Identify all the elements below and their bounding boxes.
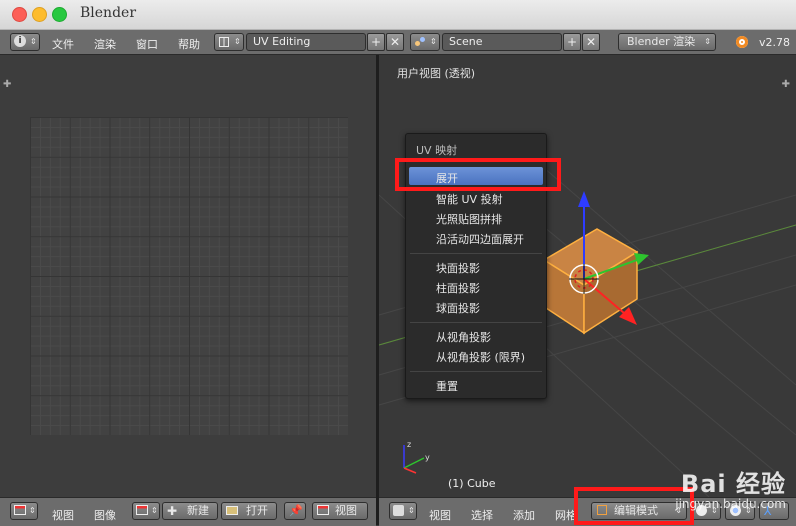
area-corner-icon[interactable]: ✚ [3,79,11,90]
menu-item-sphere-projection[interactable]: 球面投影 [436,300,480,316]
window-title: Blender [80,5,137,21]
new-image-button[interactable]: ✚ 新建 [162,502,218,520]
menu-item-reset[interactable]: 重置 [436,378,458,394]
view-mode-button[interactable]: 视图 [312,502,368,520]
uv-menu-title: UV 映射 [416,144,458,157]
zoom-window-button[interactable] [52,7,67,22]
menu-item-project-from-view[interactable]: 从视角投影 [436,329,491,345]
menu-file[interactable]: 文件 [52,36,74,52]
new-image-label: 新建 [187,504,209,517]
info-icon: i [14,35,26,47]
editor-type-button[interactable]: i ⇕ [10,33,40,51]
add-scene-button[interactable]: + [563,33,581,51]
menu-item-cube-projection[interactable]: 块面投影 [436,260,480,276]
info-header: i ⇕ 文件 渲染 窗口 帮助 ⇕ UV Editing + ✕ ⇕ Scene… [0,30,796,55]
add-screen-button[interactable]: + [367,33,385,51]
blender-logo-icon [736,36,748,48]
image-browse-button[interactable]: ⇕ [132,502,160,520]
menu-separator [410,322,542,323]
uv-editor-icon [14,505,26,515]
annotation-highlight-box [395,158,561,191]
baidu-watermark-url: jingyan.baidu.com [675,497,786,511]
minimize-window-button[interactable] [32,7,47,22]
menu-item-follow-active-quads[interactable]: 沿活动四边面展开 [436,231,524,247]
scene-dropdown[interactable]: ⇕ [410,33,440,51]
menu-item-cylinder-projection[interactable]: 柱面投影 [436,280,480,296]
editor-type-button[interactable]: ⇕ [389,502,417,520]
baidu-watermark-logo: Bai 经验 [680,470,786,498]
delete-scene-button[interactable]: ✕ [582,33,600,51]
menu-item-lightmap-pack[interactable]: 光照贴图拼排 [436,211,502,227]
updown-icon: ⇕ [408,506,415,515]
render-engine-label: Blender 渲染 [627,35,696,48]
menu-view[interactable]: 视图 [52,507,74,523]
updown-icon: ⇕ [151,506,158,515]
plus-icon: ✚ [167,504,178,518]
menu-separator [410,253,542,254]
menu-item-smart-uv-project[interactable]: 智能 UV 投射 [436,191,503,207]
menu-item-project-from-view-bounds[interactable]: 从视角投影 (限界) [436,349,525,365]
updown-icon: ⇕ [704,37,711,46]
screen-layout-dropdown[interactable]: ⇕ [214,33,244,51]
image-icon [136,505,148,515]
menu-add[interactable]: 添加 [513,507,535,523]
menu-window[interactable]: 窗口 [136,36,158,52]
updown-icon: ⇕ [430,37,437,46]
menu-help[interactable]: 帮助 [178,36,200,52]
open-image-button[interactable]: 打开 [221,502,277,520]
layout-grid-icon [219,37,229,47]
pin-icon: 📌 [289,504,303,517]
version-label: v2.78 [759,36,791,49]
menu-view[interactable]: 视图 [429,507,451,523]
updown-icon: ⇕ [234,37,241,46]
updown-icon: ⇕ [30,37,37,46]
menu-image[interactable]: 图像 [94,507,116,523]
cube-icon [393,505,404,516]
image-icon [317,505,329,515]
pin-button[interactable]: 📌 [284,502,306,520]
delete-screen-button[interactable]: ✕ [386,33,404,51]
menu-separator [410,371,542,372]
menu-render[interactable]: 渲染 [94,36,116,52]
view-axis-gizmo-icon: z y [403,440,430,474]
uv-image-editor[interactable]: ✚ [0,55,376,497]
scene-field[interactable]: Scene [442,33,562,51]
uv-editor-header: ⇕ 视图 图像 ⇕ ✚ 新建 打开 📌 视图 [0,497,376,526]
close-window-button[interactable] [12,7,27,22]
baidu-watermark: Bai 经验 jingyan.baidu.com [675,464,786,511]
window-titlebar: Blender [0,0,796,30]
scene-icon [415,37,425,47]
editor-type-button[interactable]: ⇕ [10,502,38,520]
folder-icon [226,506,238,515]
svg-text:y: y [425,453,430,462]
view-mode-label: 视图 [335,504,357,517]
screen-layout-field[interactable]: UV Editing [246,33,366,51]
menu-select[interactable]: 选择 [471,507,493,523]
updown-icon: ⇕ [29,506,36,515]
active-object-label: (1) Cube [448,477,496,490]
uv-grid[interactable] [30,117,348,435]
svg-text:z: z [407,440,411,449]
open-image-label: 打开 [246,504,268,517]
render-engine-dropdown[interactable]: Blender 渲染 ⇕ [618,33,716,51]
